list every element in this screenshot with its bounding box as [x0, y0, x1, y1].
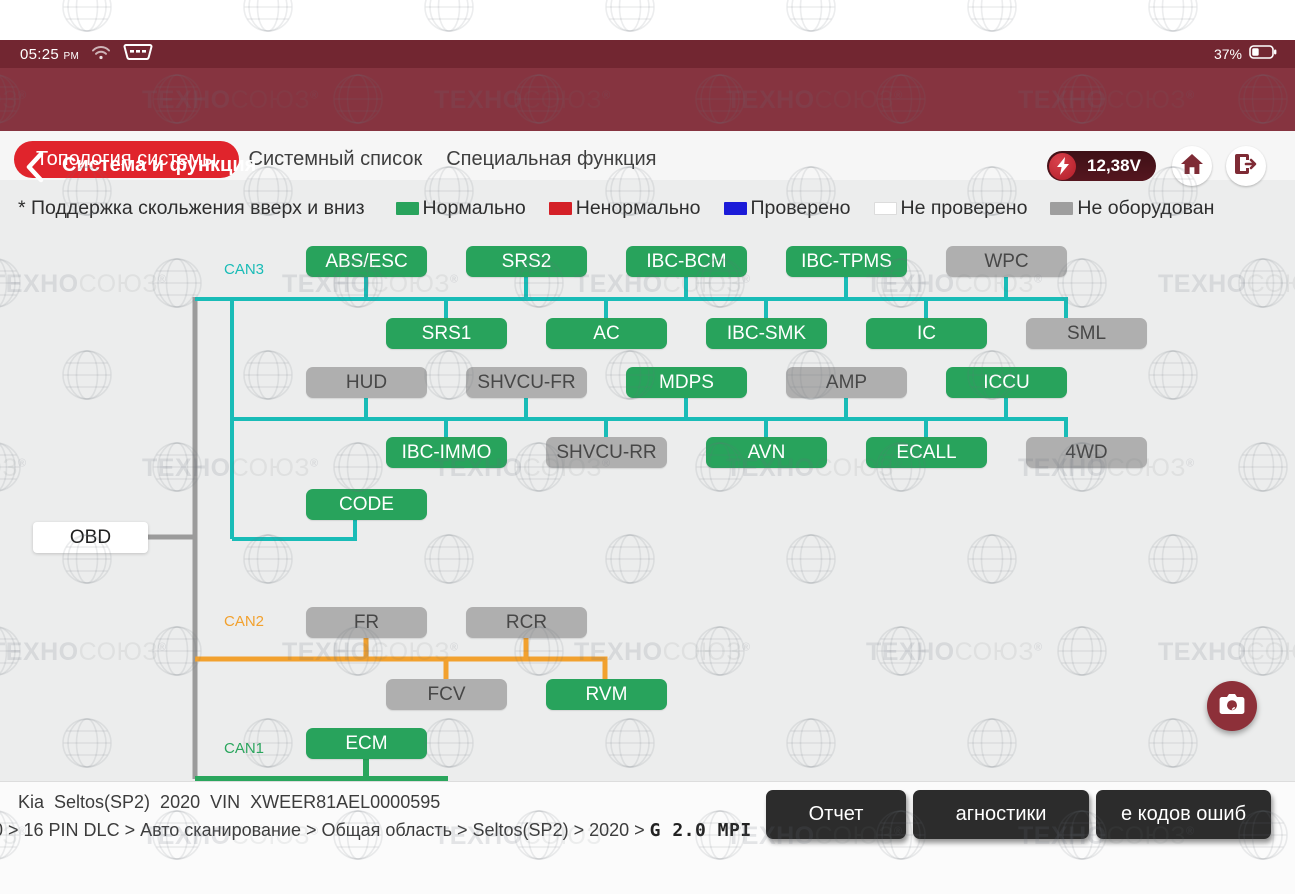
node-fr[interactable]: FR	[306, 607, 427, 638]
lightning-icon	[1049, 153, 1076, 180]
node-rcr[interactable]: RCR	[466, 607, 587, 638]
app-root: 05:25 PM 37% Система и ф	[0, 0, 1295, 894]
legend-item-2: Проверено	[724, 197, 851, 220]
node-sml[interactable]: SML	[1026, 318, 1147, 349]
battery-icon	[1249, 45, 1277, 64]
scroll-hint-note: * Поддержка скольжения вверх и вниз	[18, 197, 365, 220]
legend-swatch-0	[396, 202, 419, 215]
node-hud[interactable]: HUD	[306, 367, 427, 398]
can3-label: CAN3	[224, 261, 264, 278]
legend-label-1: Ненормально	[576, 197, 701, 220]
can1-label: CAN1	[224, 740, 264, 757]
diagnostics-button[interactable]: агностики	[913, 790, 1089, 839]
node-rvm[interactable]: RVM	[546, 679, 667, 710]
legend-item-0: Нормально	[396, 197, 526, 220]
node-iccu[interactable]: ICCU	[946, 367, 1067, 398]
node-ibc-immo[interactable]: IBC-IMMO	[386, 437, 507, 468]
wifi-icon	[91, 44, 111, 65]
vehicle-info: Kia Seltos(SP2) 2020 VIN XWEER81AEL00005…	[18, 792, 440, 813]
legend-label-4: Не оборудован	[1077, 197, 1214, 220]
header: Система и функция 12,38V	[0, 68, 1295, 131]
exit-icon	[1234, 153, 1258, 180]
clear-dtc-button[interactable]: е кодов ошиб	[1096, 790, 1271, 839]
node-srs2[interactable]: SRS2	[466, 246, 587, 277]
node-abs-esc[interactable]: ABS/ESC	[306, 246, 427, 277]
node-4wd[interactable]: 4WD	[1026, 437, 1147, 468]
clock: 05:25 PM	[20, 46, 79, 63]
node-ibc-bcm[interactable]: IBC-BCM	[626, 246, 747, 277]
can2-label: CAN2	[224, 613, 264, 630]
legend-item-4: Не оборудован	[1050, 197, 1214, 220]
node-shvcu-fr[interactable]: SHVCU-FR	[466, 367, 587, 398]
tab-system-list[interactable]: Системный список	[241, 148, 431, 171]
node-ibc-tpms[interactable]: IBC-TPMS	[786, 246, 907, 277]
page-title: Система и функция	[62, 154, 256, 177]
legend-swatch-2	[724, 202, 747, 215]
legend-label-2: Проверено	[751, 197, 851, 220]
footer-panel: Kia Seltos(SP2) 2020 VIN XWEER81AEL00005…	[0, 781, 1295, 894]
voltage-value: 12,38V	[1076, 156, 1156, 176]
status-legend: * Поддержка скольжения вверх и вниз Норм…	[18, 197, 1214, 220]
camera-icon	[1219, 693, 1245, 720]
node-shvcu-rr[interactable]: SHVCU-RR	[546, 437, 667, 468]
tab-special-function[interactable]: Специальная функция	[438, 148, 664, 171]
node-amp[interactable]: AMP	[786, 367, 907, 398]
node-obd: OBD	[33, 522, 148, 553]
home-icon	[1180, 153, 1204, 180]
node-mdps[interactable]: MDPS	[626, 367, 747, 398]
node-code[interactable]: CODE	[306, 489, 427, 520]
node-wpc[interactable]: WPC	[946, 246, 1067, 277]
exit-button[interactable]	[1226, 146, 1266, 186]
report-button[interactable]: Отчет	[766, 790, 906, 839]
engine-code: G 2.0 MPI	[650, 820, 752, 841]
node-ibc-smk[interactable]: IBC-SMK	[706, 318, 827, 349]
legend-item-3: Не проверено	[874, 197, 1028, 220]
legend-label-0: Нормально	[423, 197, 526, 220]
node-fcv[interactable]: FCV	[386, 679, 507, 710]
home-button[interactable]	[1172, 146, 1212, 186]
legend-swatch-4	[1050, 202, 1073, 215]
status-bar: 05:25 PM 37%	[0, 40, 1295, 68]
node-ac[interactable]: AC	[546, 318, 667, 349]
battery-voltage-badge: 12,38V	[1047, 151, 1156, 181]
legend-swatch-1	[549, 202, 572, 215]
node-ecm[interactable]: ECM	[306, 728, 427, 759]
battery-percent: 37%	[1214, 46, 1242, 62]
back-button[interactable]	[24, 151, 50, 183]
node-ic[interactable]: IC	[866, 318, 987, 349]
legend-swatch-3	[874, 202, 897, 215]
node-ecall[interactable]: ECALL	[866, 437, 987, 468]
node-srs1[interactable]: SRS1	[386, 318, 507, 349]
diagnostic-path: 0 > 16 PIN DLC > Авто сканирование > Общ…	[0, 820, 752, 841]
node-avn[interactable]: AVN	[706, 437, 827, 468]
legend-item-1: Ненормально	[549, 197, 701, 220]
vci-connector-icon	[123, 43, 153, 66]
screenshot-button[interactable]	[1207, 681, 1257, 731]
legend-label-3: Не проверено	[901, 197, 1028, 220]
